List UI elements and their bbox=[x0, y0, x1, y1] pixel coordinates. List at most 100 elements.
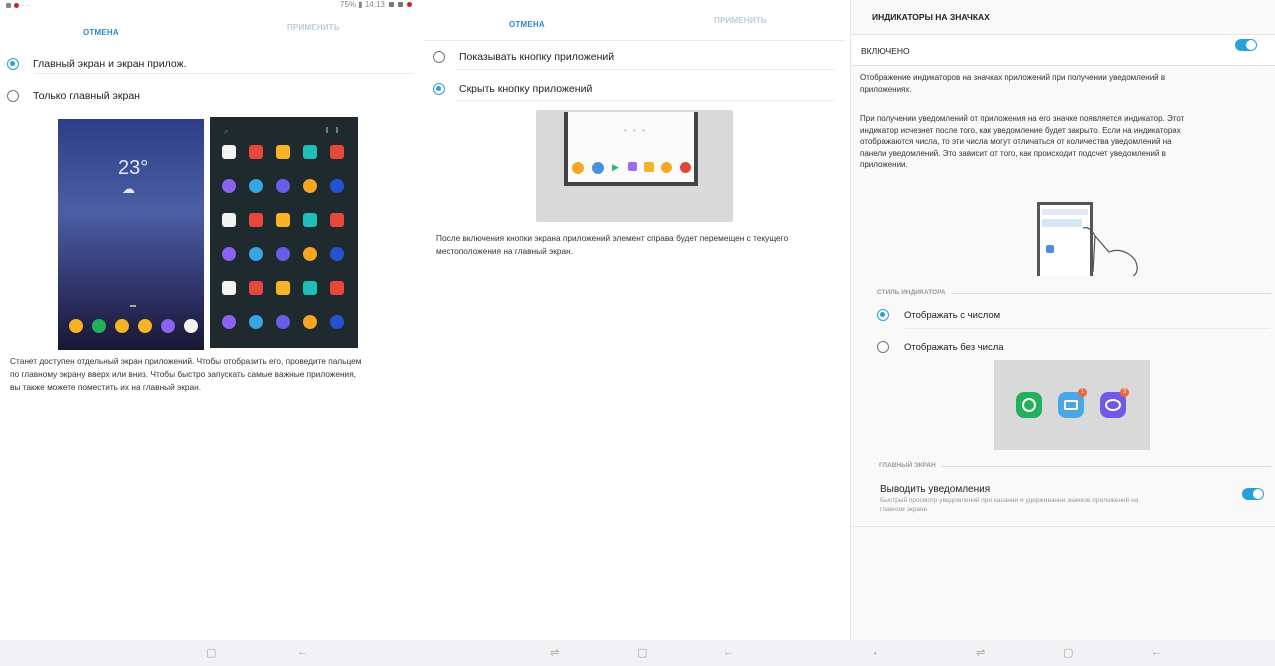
action-bar: ОТМЕНА ПРИМЕНИТЬ bbox=[425, 8, 845, 38]
radio-selected[interactable] bbox=[433, 83, 445, 95]
details-line: индикатор исчезнет после того, как уведо… bbox=[860, 125, 1181, 135]
app-icon bbox=[115, 319, 129, 333]
recent-apps-icon[interactable]: ⇌ bbox=[550, 646, 559, 659]
status-clock: 75% ▮ 14:13 bbox=[340, 0, 385, 9]
app-icon bbox=[222, 281, 236, 295]
recent-apps-icon[interactable]: ▢ bbox=[206, 646, 216, 659]
option-label: Скрыть кнопку приложений bbox=[459, 83, 593, 95]
page-dots: • • • bbox=[624, 126, 647, 135]
app-icon bbox=[222, 179, 236, 193]
divider bbox=[905, 328, 1270, 329]
app-icon bbox=[249, 213, 263, 227]
action-bar: ОТМЕНА ПРИМЕНИТЬ bbox=[0, 16, 420, 46]
icon-badges-panel: ИНДИКАТОРЫ НА ЗНАЧКАХ ВКЛЮЧЕНО Отображен… bbox=[850, 0, 1275, 640]
app-icon bbox=[303, 281, 317, 295]
details-line: При получении уведомлений от приложения … bbox=[860, 114, 1185, 123]
radio-selected[interactable] bbox=[7, 58, 19, 70]
app-icon bbox=[276, 247, 290, 261]
keyboard-dot-icon: • bbox=[874, 649, 877, 658]
option-show-apps-button[interactable]: Показывать кнопку приложений bbox=[433, 51, 614, 63]
tablet-screen: • • • ▶ bbox=[564, 112, 698, 186]
app-icon bbox=[222, 315, 236, 329]
radio-unselected[interactable] bbox=[433, 51, 445, 63]
app-icon bbox=[330, 213, 344, 227]
back-icon[interactable]: ← bbox=[1151, 646, 1162, 658]
app-icon bbox=[249, 179, 263, 193]
status-record-icon bbox=[406, 2, 412, 7]
divider bbox=[851, 65, 1275, 66]
show-notifications-toggle[interactable] bbox=[1242, 488, 1264, 500]
option-home-only[interactable]: Только главный экран bbox=[7, 90, 140, 102]
status-notif-icon bbox=[397, 2, 403, 7]
cancel-button[interactable]: ОТМЕНА bbox=[83, 28, 119, 37]
weather-temperature: 23° bbox=[118, 157, 149, 179]
badge-style-preview: 1 3 bbox=[994, 360, 1150, 450]
app-icon bbox=[303, 213, 317, 227]
app-icon bbox=[303, 247, 317, 261]
app-icon bbox=[628, 162, 637, 171]
apps-button-preview: • • • ▶ bbox=[536, 110, 733, 222]
home-icon[interactable]: ▢ bbox=[1063, 646, 1073, 659]
status-notif-icon bbox=[388, 2, 394, 7]
menu-icon bbox=[336, 127, 338, 133]
hand-icon bbox=[1082, 227, 1138, 276]
divider bbox=[455, 100, 835, 101]
description-line: местоположения на главный экран. bbox=[436, 246, 574, 256]
status-right: 75% ▮ 14:13 bbox=[340, 0, 412, 9]
radio-unselected[interactable] bbox=[7, 90, 19, 102]
app-icon bbox=[222, 247, 236, 261]
app-icon bbox=[330, 179, 344, 193]
notification-item bbox=[1042, 219, 1082, 227]
details-text: При получении уведомлений от приложения … bbox=[860, 113, 1270, 171]
app-icon bbox=[184, 319, 198, 333]
home-screen-preview: 23° ☁ bbox=[58, 119, 204, 350]
description-line: вы также можете поместить их на главный … bbox=[10, 382, 202, 392]
home-section-label: ГЛАВНЫЙ ЭКРАН bbox=[879, 462, 942, 469]
home-icon[interactable]: ▢ bbox=[637, 646, 647, 659]
apply-button[interactable]: ПРИМЕНИТЬ bbox=[287, 23, 340, 32]
record-notification-icon bbox=[14, 3, 19, 8]
radio-unselected[interactable] bbox=[877, 341, 889, 353]
option-hide-apps-button[interactable]: Скрыть кнопку приложений bbox=[433, 83, 592, 95]
chrome-icon bbox=[680, 162, 691, 173]
app-icon bbox=[303, 179, 317, 193]
app-icon bbox=[92, 319, 106, 333]
radio-selected[interactable] bbox=[877, 309, 889, 321]
app-icon bbox=[69, 319, 83, 333]
divider bbox=[851, 526, 1275, 527]
option-home-and-apps[interactable]: Главный экран и экран прилож. bbox=[7, 58, 187, 70]
phone-icon bbox=[1016, 392, 1042, 418]
show-notifications-row[interactable]: Выводить уведомления Быстрый просмотр ув… bbox=[851, 478, 1275, 524]
desc-line: Быстрый просмотр уведомлений при касании… bbox=[880, 497, 1139, 504]
option-without-number[interactable]: Отображать без числа bbox=[877, 341, 1004, 353]
app-icon bbox=[222, 213, 236, 227]
app-icon bbox=[249, 145, 263, 159]
app-icon bbox=[138, 319, 152, 333]
app-icon bbox=[330, 145, 344, 159]
intro-line: Отображение индикаторов на значках прило… bbox=[860, 73, 1166, 82]
back-icon[interactable]: ← bbox=[723, 646, 734, 658]
page-title: ИНДИКАТОРЫ НА ЗНАЧКАХ bbox=[872, 12, 990, 22]
master-switch-row[interactable]: ВКЛЮЧЕНО bbox=[851, 35, 1275, 65]
master-toggle[interactable] bbox=[1235, 39, 1257, 51]
show-notifications-title: Выводить уведомления bbox=[880, 484, 991, 495]
back-icon[interactable]: ← bbox=[297, 646, 308, 658]
details-line: отображаются числа, то эти числа могут о… bbox=[860, 137, 1172, 146]
apps-screen-preview: ⌕ bbox=[210, 117, 358, 348]
app-icon bbox=[276, 213, 290, 227]
apply-button[interactable]: ПРИМЕНИТЬ bbox=[714, 16, 767, 25]
cloudy-icon: ☁ bbox=[122, 181, 135, 196]
option-with-number[interactable]: Отображать с числом bbox=[877, 309, 1000, 321]
enabled-label: ВКЛЮЧЕНО bbox=[861, 46, 910, 56]
cancel-button[interactable]: ОТМЕНА bbox=[509, 20, 545, 29]
search-icon: ⌕ bbox=[224, 127, 229, 136]
layout-description: Станет доступен отдельный экран приложен… bbox=[10, 355, 415, 394]
option-label: Отображать без числа bbox=[904, 341, 1004, 353]
option-label: Главный экран и экран прилож. bbox=[33, 58, 187, 70]
style-section-label: СТИЛЬ ИНДИКАТОРА bbox=[877, 289, 952, 296]
recent-apps-icon[interactable]: ⇌ bbox=[976, 646, 985, 659]
divider bbox=[455, 69, 835, 70]
app-icon bbox=[276, 281, 290, 295]
badge-count: 1 bbox=[1078, 388, 1087, 397]
play-store-icon: ▶ bbox=[612, 162, 619, 172]
